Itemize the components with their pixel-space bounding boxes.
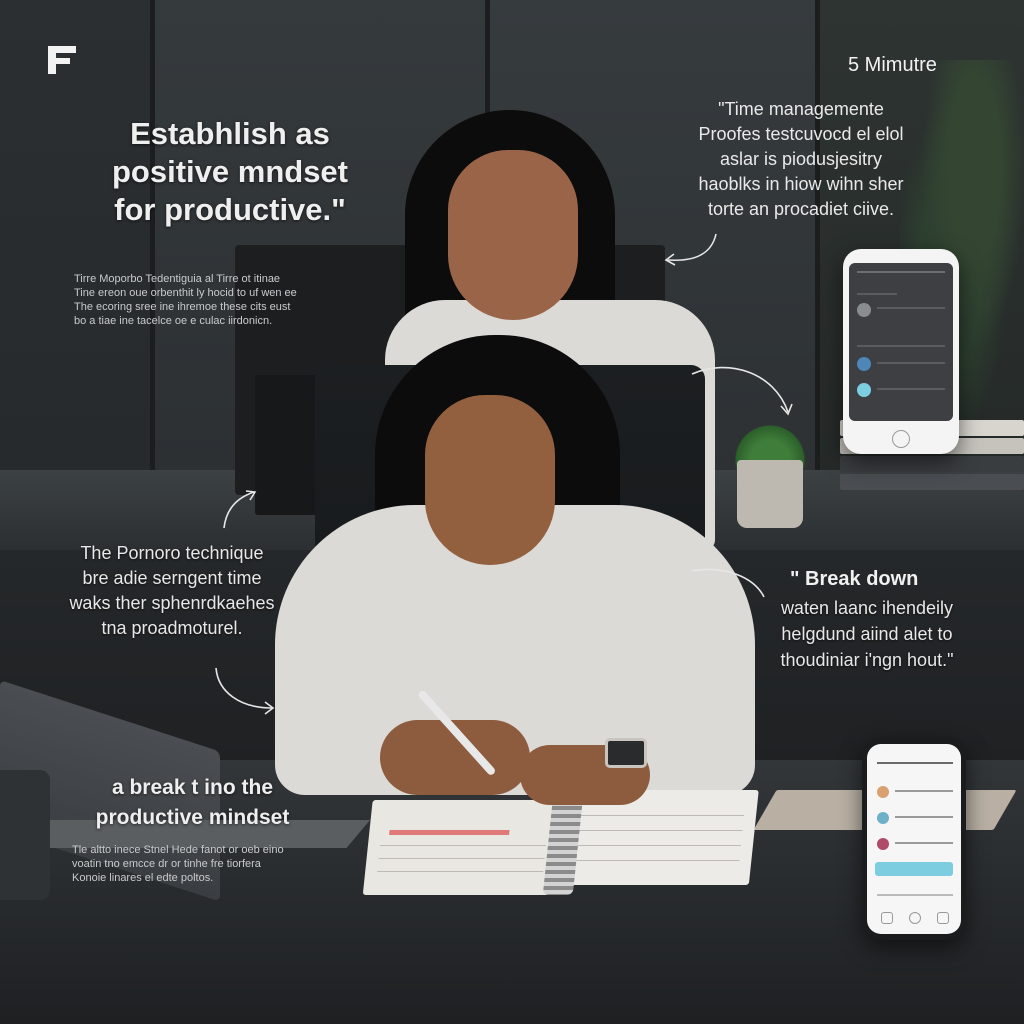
notebook-highlight bbox=[389, 830, 510, 835]
phone-progress-bar[interactable] bbox=[875, 862, 953, 876]
caption-line: Tirre Moporbo Tedentiguia al Tirre ot it… bbox=[74, 273, 281, 285]
pomodoro-line: The Pornoro technique bbox=[80, 543, 264, 563]
headline-line: productive mindset bbox=[95, 806, 290, 829]
caption-line: Tle altto inece Stnel Hede fanot or oeb … bbox=[72, 844, 284, 856]
planner-notebook bbox=[362, 790, 759, 900]
curved-arrow-icon bbox=[691, 568, 765, 598]
curved-arrow-icon bbox=[223, 490, 257, 529]
notebook-line bbox=[573, 860, 740, 861]
break-line: helgdund aiind alet to bbox=[781, 624, 953, 644]
caption-line: bo a tiae ine tacelce oe e culac iirdoni… bbox=[74, 315, 273, 327]
quote-line: haoblks in hiow wihn sher bbox=[698, 174, 904, 194]
notebook-line bbox=[576, 830, 743, 831]
quote-line: torte an procadiet ciive. bbox=[707, 199, 895, 219]
phone-text-line bbox=[895, 790, 953, 792]
phone-header-bar bbox=[877, 762, 953, 764]
nav-icon[interactable] bbox=[881, 912, 893, 924]
break-line: thoudiniar i'ngn hout." bbox=[780, 650, 954, 670]
avatar bbox=[877, 786, 889, 798]
avatar bbox=[877, 812, 889, 824]
plant-pot bbox=[737, 460, 803, 528]
headline-line: positive mndset bbox=[112, 154, 348, 189]
window-divider bbox=[150, 0, 155, 470]
quote-line: "Time managemente bbox=[718, 99, 884, 119]
caption-line: The ecoring sree ine ihremoe these cits … bbox=[74, 301, 291, 313]
bottom-headline: a break t ino the productive mindset bbox=[70, 773, 315, 833]
phone-list-icon bbox=[857, 383, 871, 397]
person-front-face bbox=[425, 395, 555, 565]
caption-line: Konoie linares el edte poltos. bbox=[72, 872, 214, 884]
smartwatch bbox=[605, 738, 647, 768]
home-button-icon[interactable] bbox=[892, 430, 910, 448]
phone-text-line bbox=[877, 894, 953, 896]
pomodoro-line: bre adie serngent time bbox=[82, 568, 262, 588]
headline-line: a break t ino the bbox=[111, 776, 274, 799]
phone-list-icon bbox=[857, 357, 871, 371]
curved-arrow-icon bbox=[691, 366, 793, 416]
break-down-body: waten laanc ihendeily helgdund aiind ale… bbox=[752, 595, 982, 673]
person-back-face bbox=[448, 150, 578, 320]
phone-text-line bbox=[877, 307, 945, 309]
break-down-title: " Break down bbox=[790, 568, 919, 590]
phone-header-bar bbox=[857, 271, 945, 273]
phone-screen bbox=[849, 263, 953, 421]
nav-icon[interactable] bbox=[937, 912, 949, 924]
headline-line: Estabhlish as bbox=[130, 116, 330, 151]
book bbox=[840, 456, 1024, 472]
caption-small-left: Tirre Moporbo Tedentiguia al Tirre ot it… bbox=[74, 272, 344, 328]
phone-text-line bbox=[857, 345, 945, 347]
notebook-line bbox=[578, 815, 745, 816]
pomodoro-line: waks ther sphenrdkaehes bbox=[69, 593, 275, 613]
phone-text-line bbox=[877, 388, 945, 390]
phone-text-line bbox=[895, 816, 953, 818]
phone-list-icon bbox=[857, 303, 871, 317]
mug bbox=[0, 770, 50, 900]
scene: 5 Mimutre Estabhlish as positive mndset … bbox=[0, 0, 1024, 1024]
notebook-line bbox=[377, 871, 544, 872]
smartphone-app-mockup bbox=[862, 738, 966, 940]
notebook-line bbox=[379, 845, 546, 846]
phone-text-line bbox=[895, 842, 953, 844]
break-line: waten laanc ihendeily bbox=[780, 598, 954, 618]
f-logo-icon bbox=[48, 46, 76, 74]
phone-text-line bbox=[857, 293, 897, 295]
caption-small-bottom: Tle altto inece Stnel Hede fanot or oeb … bbox=[72, 843, 342, 885]
headline-line: for productive." bbox=[114, 192, 346, 227]
quote-time-management: "Time managemente Proofes testcuvocd el … bbox=[676, 97, 926, 222]
phone-text-line bbox=[877, 362, 945, 364]
pomodoro-caption: The Pornoro technique bre adie serngent … bbox=[52, 541, 292, 641]
caption-line: Tine ereon oue orbenthit ly hocid to uf … bbox=[74, 287, 297, 299]
book bbox=[840, 474, 1024, 490]
timer-label: 5 Mimutre bbox=[848, 54, 937, 76]
quote-line: Proofes testcuvocd el elol bbox=[698, 124, 904, 144]
caption-line: voatin tno emcce dr or tinhe fre tiorfer… bbox=[72, 858, 261, 870]
curved-arrow-icon bbox=[215, 667, 275, 715]
smartphone-app-mockup bbox=[843, 249, 959, 454]
quote-line: aslar is piodusjesitry bbox=[719, 149, 883, 169]
notebook-line bbox=[378, 858, 545, 859]
avatar bbox=[877, 838, 889, 850]
curved-arrow-icon bbox=[664, 233, 717, 266]
notebook-page-left bbox=[362, 800, 563, 895]
main-headline: Estabhlish as positive mndset for produc… bbox=[70, 115, 390, 229]
notebook-line bbox=[574, 845, 741, 846]
phone-screen bbox=[867, 744, 961, 934]
pomodoro-line: tna proadmoturel. bbox=[101, 618, 243, 638]
home-button-icon[interactable] bbox=[909, 912, 921, 924]
window-divider bbox=[815, 0, 820, 470]
